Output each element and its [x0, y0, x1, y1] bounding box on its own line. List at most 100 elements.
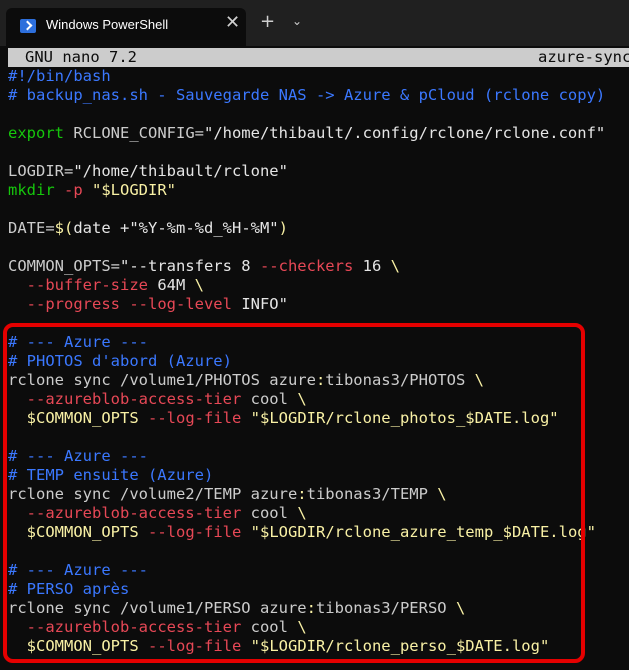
code-token: -p	[64, 181, 83, 199]
code-line: # TEMP ensuite (Azure)	[8, 466, 629, 485]
code-line: --azureblob-access-tier cool \	[8, 504, 629, 523]
code-token: :	[315, 371, 326, 389]
code-token: "$LOGDIR/rclone_perso_$DATE.log"	[241, 637, 550, 655]
code-token: rclone sync /volume2/TEMP azure	[8, 485, 298, 503]
code-token: tibonas3/TEMP	[306, 485, 438, 503]
title-bar: Windows PowerShell ✕ + ⌄	[0, 0, 629, 46]
code-token: $(	[54, 219, 74, 237]
close-tab-icon[interactable]: ✕	[225, 12, 240, 33]
code-token: \	[390, 257, 400, 275]
code-token: $COMMON_OPTS	[26, 637, 139, 655]
code-token: tibonas3/PERSO	[315, 599, 456, 617]
code-token: 16	[353, 257, 391, 275]
code-line: DATE=$(date +"%Y-%m-%d_%H-%M")	[8, 219, 629, 238]
code-line: # PHOTOS d'abord (Azure)	[8, 352, 629, 371]
code-token: cool	[241, 390, 298, 408]
code-line: $COMMON_OPTS --log-file "$LOGDIR/rclone_…	[8, 523, 629, 542]
code-token: :	[306, 599, 316, 617]
code-token: #!/bin/bash	[8, 67, 111, 85]
code-token: LOGDIR=	[8, 162, 74, 180]
code-token: export	[8, 124, 64, 142]
code-token: date +"%Y-%m-%d_%H-%M"	[73, 219, 279, 237]
code-token: "--transfers 8	[119, 257, 260, 275]
code-token: --log-file	[148, 409, 242, 427]
code-token: 64M	[148, 276, 195, 294]
code-line: --buffer-size 64M \	[8, 276, 629, 295]
code-token: rclone sync /volume1/PERSO azure	[8, 599, 307, 617]
code-line: # PERSO après	[8, 580, 629, 599]
code-token: $COMMON_OPTS	[26, 523, 139, 541]
code-token: # --- Azure ---	[8, 333, 148, 351]
code-line: COMMON_OPTS="--transfers 8 --checkers 16…	[8, 257, 629, 276]
code-token: # backup_nas.sh - Sauvegarde NAS -> Azur…	[8, 86, 606, 104]
tab-windows-powershell[interactable]: Windows PowerShell ✕	[6, 8, 246, 46]
code-line: mkdir -p "$LOGDIR"	[8, 181, 629, 200]
code-token: \	[455, 599, 466, 617]
code-token: --azureblob-access-tier	[26, 390, 242, 408]
code-line: --azureblob-access-tier cool \	[8, 618, 629, 637]
code-token: DATE=	[8, 219, 55, 237]
chevron-down-icon[interactable]: ⌄	[292, 14, 302, 28]
editor-text-area[interactable]: #!/bin/bash # backup_nas.sh - Sauvegarde …	[8, 67, 629, 656]
code-token: COMMON_OPTS=	[8, 257, 120, 275]
code-token: "$LOGDIR/rclone_photos_$DATE.log"	[241, 409, 559, 427]
code-token: \	[297, 618, 307, 636]
code-line: # --- Azure ---	[8, 333, 629, 352]
code-token: \	[297, 390, 307, 408]
code-token: "$LOGDIR/rclone_azure_temp_$DATE.log"	[241, 523, 596, 541]
new-tab-button[interactable]: +	[260, 11, 275, 32]
code-line: $COMMON_OPTS --log-file "$LOGDIR/rclone_…	[8, 637, 629, 656]
code-token: \	[297, 504, 307, 522]
code-token: \	[474, 371, 484, 389]
code-token: --buffer-size	[26, 276, 148, 294]
code-token: # --- Azure ---	[8, 561, 148, 579]
code-token: # PERSO après	[8, 580, 130, 598]
code-token: "$LOGDIR"	[82, 181, 177, 199]
code-line: rclone sync /volume2/TEMP azure:tibonas3…	[8, 485, 629, 504]
code-token: --progress --log-level	[26, 295, 232, 313]
code-line: # --- Azure ---	[8, 447, 629, 466]
code-line: rclone sync /volume1/PHOTOS azure:tibona…	[8, 371, 629, 390]
code-token: tibonas3/PHOTOS	[325, 371, 475, 389]
code-token: "/home/thibault/rclone"	[73, 162, 288, 180]
code-line: export RCLONE_CONFIG="/home/thibault/.co…	[8, 124, 629, 143]
code-line: # --- Azure ---	[8, 561, 629, 580]
tab-title: Windows PowerShell	[46, 17, 169, 32]
code-token: # --- Azure ---	[8, 447, 148, 465]
code-token: \	[437, 485, 447, 503]
code-token: RCLONE_CONFIG=	[64, 124, 204, 142]
code-line: --azureblob-access-tier cool \	[8, 390, 629, 409]
nano-file-name: azure-sync	[538, 48, 629, 66]
code-line: #!/bin/bash	[8, 67, 629, 86]
code-line: --progress --log-level INFO"	[8, 295, 629, 314]
code-line: # backup_nas.sh - Sauvegarde NAS -> Azur…	[8, 86, 629, 105]
code-token: --log-file	[148, 523, 242, 541]
code-token: --log-file	[148, 637, 242, 655]
code-token: "/home/thibault/.config/rclone/rclone.co…	[203, 124, 606, 142]
code-line: LOGDIR="/home/thibault/rclone"	[8, 162, 629, 181]
code-token: --azureblob-access-tier	[26, 618, 242, 636]
code-token: # TEMP ensuite (Azure)	[8, 466, 214, 484]
code-token: rclone sync /volume1/PHOTOS azure	[8, 371, 316, 389]
code-token: --checkers	[259, 257, 354, 275]
code-line: $COMMON_OPTS --log-file "$LOGDIR/rclone_…	[8, 409, 629, 428]
nano-version: GNU nano 7.2	[25, 48, 137, 66]
nano-header-bar: GNU nano 7.2 azure-sync	[8, 48, 629, 67]
code-token: INFO"	[231, 295, 288, 313]
